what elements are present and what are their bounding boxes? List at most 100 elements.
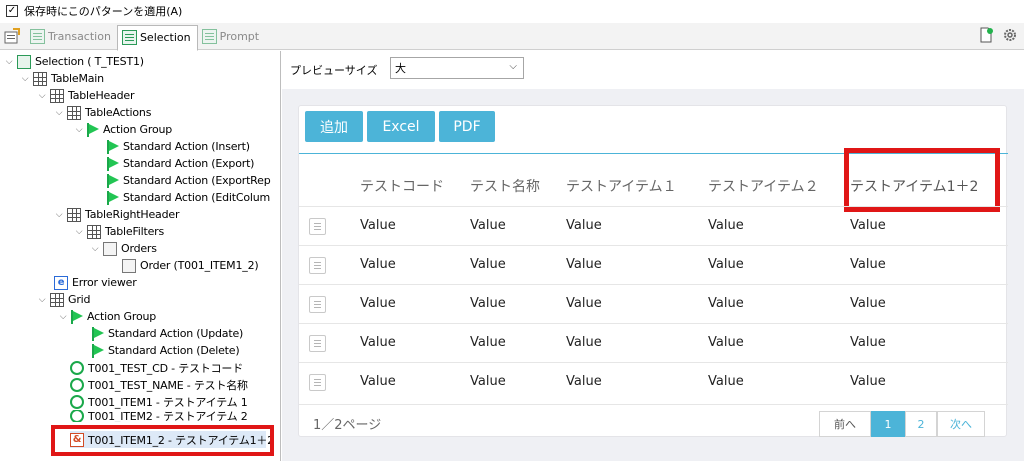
- page-2-button[interactable]: 2: [905, 411, 937, 437]
- tree-node-action-exportrep[interactable]: Standard Action (ExportRep: [107, 172, 271, 189]
- tab-transaction-label: Transaction: [48, 29, 111, 43]
- field-icon: [70, 377, 84, 392]
- prev-page-button[interactable]: 前へ: [819, 411, 871, 437]
- add-button[interactable]: 追加: [305, 111, 363, 142]
- cell-item1-2: Value: [850, 335, 886, 350]
- chevron-down-icon[interactable]: ⌵: [74, 227, 84, 237]
- grid-icon: [50, 292, 64, 307]
- cell-test-code: Value: [360, 296, 396, 311]
- tree-node-tablerightheader[interactable]: ⌵ TableRightHeader: [54, 206, 179, 223]
- column-header-test-code[interactable]: テストコード: [360, 176, 444, 196]
- chevron-down-icon[interactable]: ⌵: [74, 125, 84, 135]
- cell-item2: Value: [708, 374, 744, 389]
- tab-selection[interactable]: Selection: [116, 24, 198, 51]
- tree-node-action-group[interactable]: ⌵ Action Group: [74, 121, 172, 138]
- cell-item1-2: Value: [850, 374, 886, 389]
- tree-node-orders[interactable]: ⌵ Orders: [90, 240, 157, 257]
- row-handle-icon[interactable]: [309, 374, 326, 391]
- tree-node-error-viewer[interactable]: e Error viewer: [54, 274, 137, 291]
- chevron-down-icon[interactable]: ⌵: [54, 108, 64, 118]
- chevron-down-icon[interactable]: ⌵: [4, 57, 14, 67]
- next-page-button[interactable]: 次へ: [937, 411, 985, 437]
- cell-item1-2: Value: [850, 296, 886, 311]
- table-row[interactable]: Value Value Value Value Value: [299, 206, 1008, 245]
- chevron-down-icon[interactable]: ⌵: [20, 74, 30, 84]
- chevron-down-icon[interactable]: ⌵: [37, 295, 47, 305]
- column-header-item1[interactable]: テストアイテム１: [566, 176, 677, 196]
- tree-node-field-test-cd[interactable]: T001_TEST_CD - テストコード: [70, 359, 243, 376]
- preview-size-value: 大: [395, 62, 406, 75]
- cell-item1: Value: [566, 374, 602, 389]
- table-row[interactable]: Value Value Value Value Value: [299, 362, 1008, 401]
- tree-node-tablemain[interactable]: ⌵ TableMain: [20, 70, 104, 87]
- table-row[interactable]: Value Value Value Value Value: [299, 323, 1008, 362]
- row-handle-icon[interactable]: [309, 296, 326, 313]
- row-handle-icon[interactable]: [309, 257, 326, 274]
- chevron-down-icon[interactable]: ⌵: [54, 210, 64, 220]
- apply-pattern-checkbox[interactable]: ✓: [6, 5, 18, 17]
- flag-icon: [92, 326, 104, 341]
- row-handle-icon[interactable]: [309, 218, 326, 235]
- chevron-down-icon[interactable]: ⌵: [37, 91, 47, 101]
- row-handle-icon[interactable]: [309, 335, 326, 352]
- page-1-button[interactable]: 1: [871, 411, 905, 437]
- cell-item2: Value: [708, 335, 744, 350]
- cell-item1: Value: [566, 257, 602, 272]
- preview-size-row: プレビューサイズ 大 ⌵: [282, 51, 1024, 89]
- pdf-button[interactable]: PDF: [439, 111, 495, 142]
- cell-test-code: Value: [360, 335, 396, 350]
- tab-prompt[interactable]: Prompt: [198, 24, 265, 48]
- cell-test-name: Value: [470, 218, 506, 233]
- chevron-down-icon[interactable]: ⌵: [58, 312, 68, 322]
- column-header-test-name[interactable]: テスト名称: [470, 176, 540, 196]
- tree-node-order-item[interactable]: Order (T001_ITEM1_2): [122, 257, 259, 274]
- table-row[interactable]: Value Value Value Value Value: [299, 284, 1008, 323]
- cell-test-name: Value: [470, 257, 506, 272]
- tree-node-action-delete[interactable]: Standard Action (Delete): [92, 342, 240, 359]
- tree-node-selection[interactable]: ⌵ Selection ( T_TEST1): [4, 53, 144, 70]
- apply-pattern-row[interactable]: ✓ 保存時にこのパターンを適用(A): [0, 0, 1024, 22]
- tree-node-tableheader[interactable]: ⌵ TableHeader: [37, 87, 135, 104]
- tree-node-grid[interactable]: ⌵ Grid: [37, 291, 90, 308]
- flag-icon: [107, 190, 119, 205]
- table-icon: [67, 105, 81, 120]
- cell-test-name: Value: [470, 335, 506, 350]
- column-highlight: [844, 148, 1000, 212]
- tree-node-action-editcolum[interactable]: Standard Action (EditColum: [107, 189, 270, 206]
- tab-strip: Transaction Selection Prompt: [0, 23, 1024, 51]
- tree-node-tableactions[interactable]: ⌵ TableActions: [54, 104, 151, 121]
- tree-node-action-insert[interactable]: Standard Action (Insert): [107, 138, 250, 155]
- new-document-icon[interactable]: [978, 27, 994, 43]
- cell-test-name: Value: [470, 296, 506, 311]
- orders-icon: [103, 241, 117, 256]
- tree-node-tablefilters[interactable]: ⌵ TableFilters: [74, 223, 164, 240]
- settings-gear-icon[interactable]: [1002, 27, 1018, 43]
- order-icon: [122, 258, 136, 273]
- table-row[interactable]: Value Value Value Value Value: [299, 245, 1008, 284]
- cell-item2: Value: [708, 296, 744, 311]
- tree-node-field-item2[interactable]: T001_ITEM2 - テストアイテム 2: [70, 410, 248, 422]
- tree-node-field-test-name[interactable]: T001_TEST_NAME - テスト名称: [70, 376, 248, 393]
- tab-transaction[interactable]: Transaction: [26, 24, 117, 48]
- prompt-icon: [201, 28, 217, 44]
- table-icon: [67, 207, 81, 222]
- tree-node-field-item1[interactable]: T001_ITEM1 - テストアイテム 1: [70, 393, 248, 410]
- page-indicator: 1／2ページ: [313, 418, 382, 433]
- excel-button[interactable]: Excel: [367, 111, 435, 142]
- error-viewer-icon: e: [54, 275, 68, 290]
- properties-icon[interactable]: [4, 28, 20, 44]
- cell-test-name: Value: [470, 374, 506, 389]
- selection-icon: [121, 30, 137, 45]
- column-header-item2[interactable]: テストアイテム２: [708, 176, 819, 196]
- table-icon: [50, 88, 64, 103]
- flag-icon: [107, 173, 119, 188]
- tree-node-action-update[interactable]: Standard Action (Update): [92, 325, 243, 342]
- chevron-down-icon[interactable]: ⌵: [90, 244, 100, 254]
- tree-node-action-export[interactable]: Standard Action (Export): [107, 155, 254, 172]
- cell-item2: Value: [708, 218, 744, 233]
- preview-size-select[interactable]: 大 ⌵: [390, 57, 524, 79]
- transaction-icon: [30, 28, 45, 44]
- tree-node-action-group-2[interactable]: ⌵ Action Group: [58, 308, 156, 325]
- cell-item1: Value: [566, 335, 602, 350]
- flag-icon: [71, 309, 83, 324]
